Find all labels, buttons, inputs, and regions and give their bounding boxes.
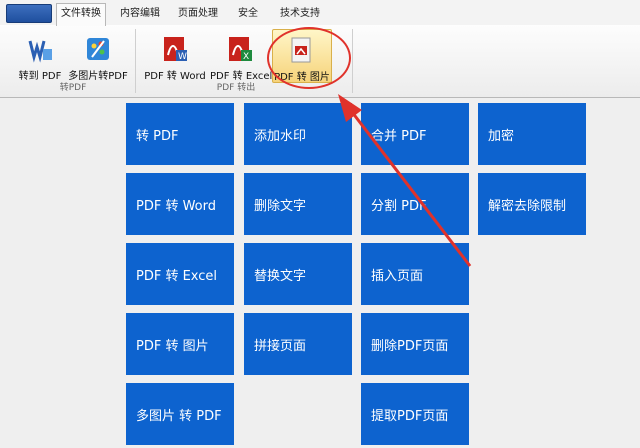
tile-delete-text[interactable]: 删除文字 (244, 173, 352, 235)
tile-label: 替换文字 (254, 268, 307, 284)
pdf-to-word-button[interactable]: W PDF 转 Word (142, 29, 208, 82)
wps-to-pdf-icon (28, 40, 52, 63)
tile-label: 加密 (488, 128, 515, 144)
tile-label: 解密去除限制 (488, 198, 567, 214)
tile-label: 删除PDF页面 (371, 338, 449, 354)
pdf-excel-icon: X (229, 37, 252, 62)
tile-label: 删除文字 (254, 198, 307, 214)
function-grid: 转 PDF PDF 转 Word PDF 转 Excel PDF 转 图片 多图… (0, 98, 640, 448)
tile-encrypt[interactable]: 加密 (478, 103, 586, 165)
svg-text:X: X (243, 52, 249, 62)
tile-label: 拼接页面 (254, 338, 307, 354)
tile-label: PDF 转 Excel (136, 268, 218, 284)
tab-content-edit[interactable]: 内容编辑 (114, 4, 166, 24)
svg-text:W: W (178, 52, 187, 62)
tab-file-convert[interactable]: 文件转换 (56, 3, 106, 26)
tile-delete-pdf-page[interactable]: 删除PDF页面 (361, 313, 469, 375)
tile-add-watermark[interactable]: 添加水印 (244, 103, 352, 165)
tile-label: 插入页面 (371, 268, 424, 284)
app-menu-button[interactable] (6, 4, 52, 23)
tile-label: 合并 PDF (371, 128, 427, 144)
tile-pdf-to-excel[interactable]: PDF 转 Excel (126, 243, 234, 305)
tile-label: 转 PDF (136, 128, 179, 144)
images-to-pdf-button[interactable]: 多图片转PDF (66, 29, 130, 82)
tile-merge-pdf[interactable]: 合并 PDF (361, 103, 469, 165)
tile-label: 添加水印 (254, 128, 307, 144)
tile-insert-page[interactable]: 插入页面 (361, 243, 469, 305)
tab-security[interactable]: 安全 (230, 4, 266, 24)
group-separator (352, 29, 353, 93)
tile-pdf-to-image[interactable]: PDF 转 图片 (126, 313, 234, 375)
tab-tech-support[interactable]: 技术支持 (272, 4, 328, 24)
tile-images-to-pdf[interactable]: 多图片 转 PDF (126, 383, 234, 445)
tile-label: PDF 转 Word (136, 198, 217, 214)
tile-label: 多图片 转 PDF (136, 408, 222, 424)
tile-label: 分割 PDF (371, 198, 427, 214)
tab-page-process[interactable]: 页面处理 (172, 4, 224, 24)
tile-split-pdf[interactable]: 分割 PDF (361, 173, 469, 235)
tile-to-pdf[interactable]: 转 PDF (126, 103, 234, 165)
group-label-to-pdf: 转PDF (59, 83, 87, 93)
palette-icon (87, 38, 109, 60)
to-pdf-button[interactable]: 转到 PDF (16, 29, 64, 82)
tile-decrypt-remove-restrictions[interactable]: 解密去除限制 (478, 173, 586, 235)
tile-label: 提取PDF页面 (371, 408, 449, 424)
ribbon-tab-bar: 文件转换 内容编辑 页面处理 安全 技术支持 (0, 0, 640, 26)
tile-join-pages[interactable]: 拼接页面 (244, 313, 352, 375)
tile-pdf-to-word[interactable]: PDF 转 Word (126, 173, 234, 235)
pdf-to-excel-button[interactable]: X PDF 转 Excel (210, 29, 272, 82)
tile-replace-text[interactable]: 替换文字 (244, 243, 352, 305)
pdf-word-icon: W (164, 37, 187, 62)
group-separator (135, 29, 136, 93)
tile-extract-pdf-page[interactable]: 提取PDF页面 (361, 383, 469, 445)
tile-label: PDF 转 图片 (136, 338, 209, 354)
annotation-highlight-circle (267, 27, 351, 89)
